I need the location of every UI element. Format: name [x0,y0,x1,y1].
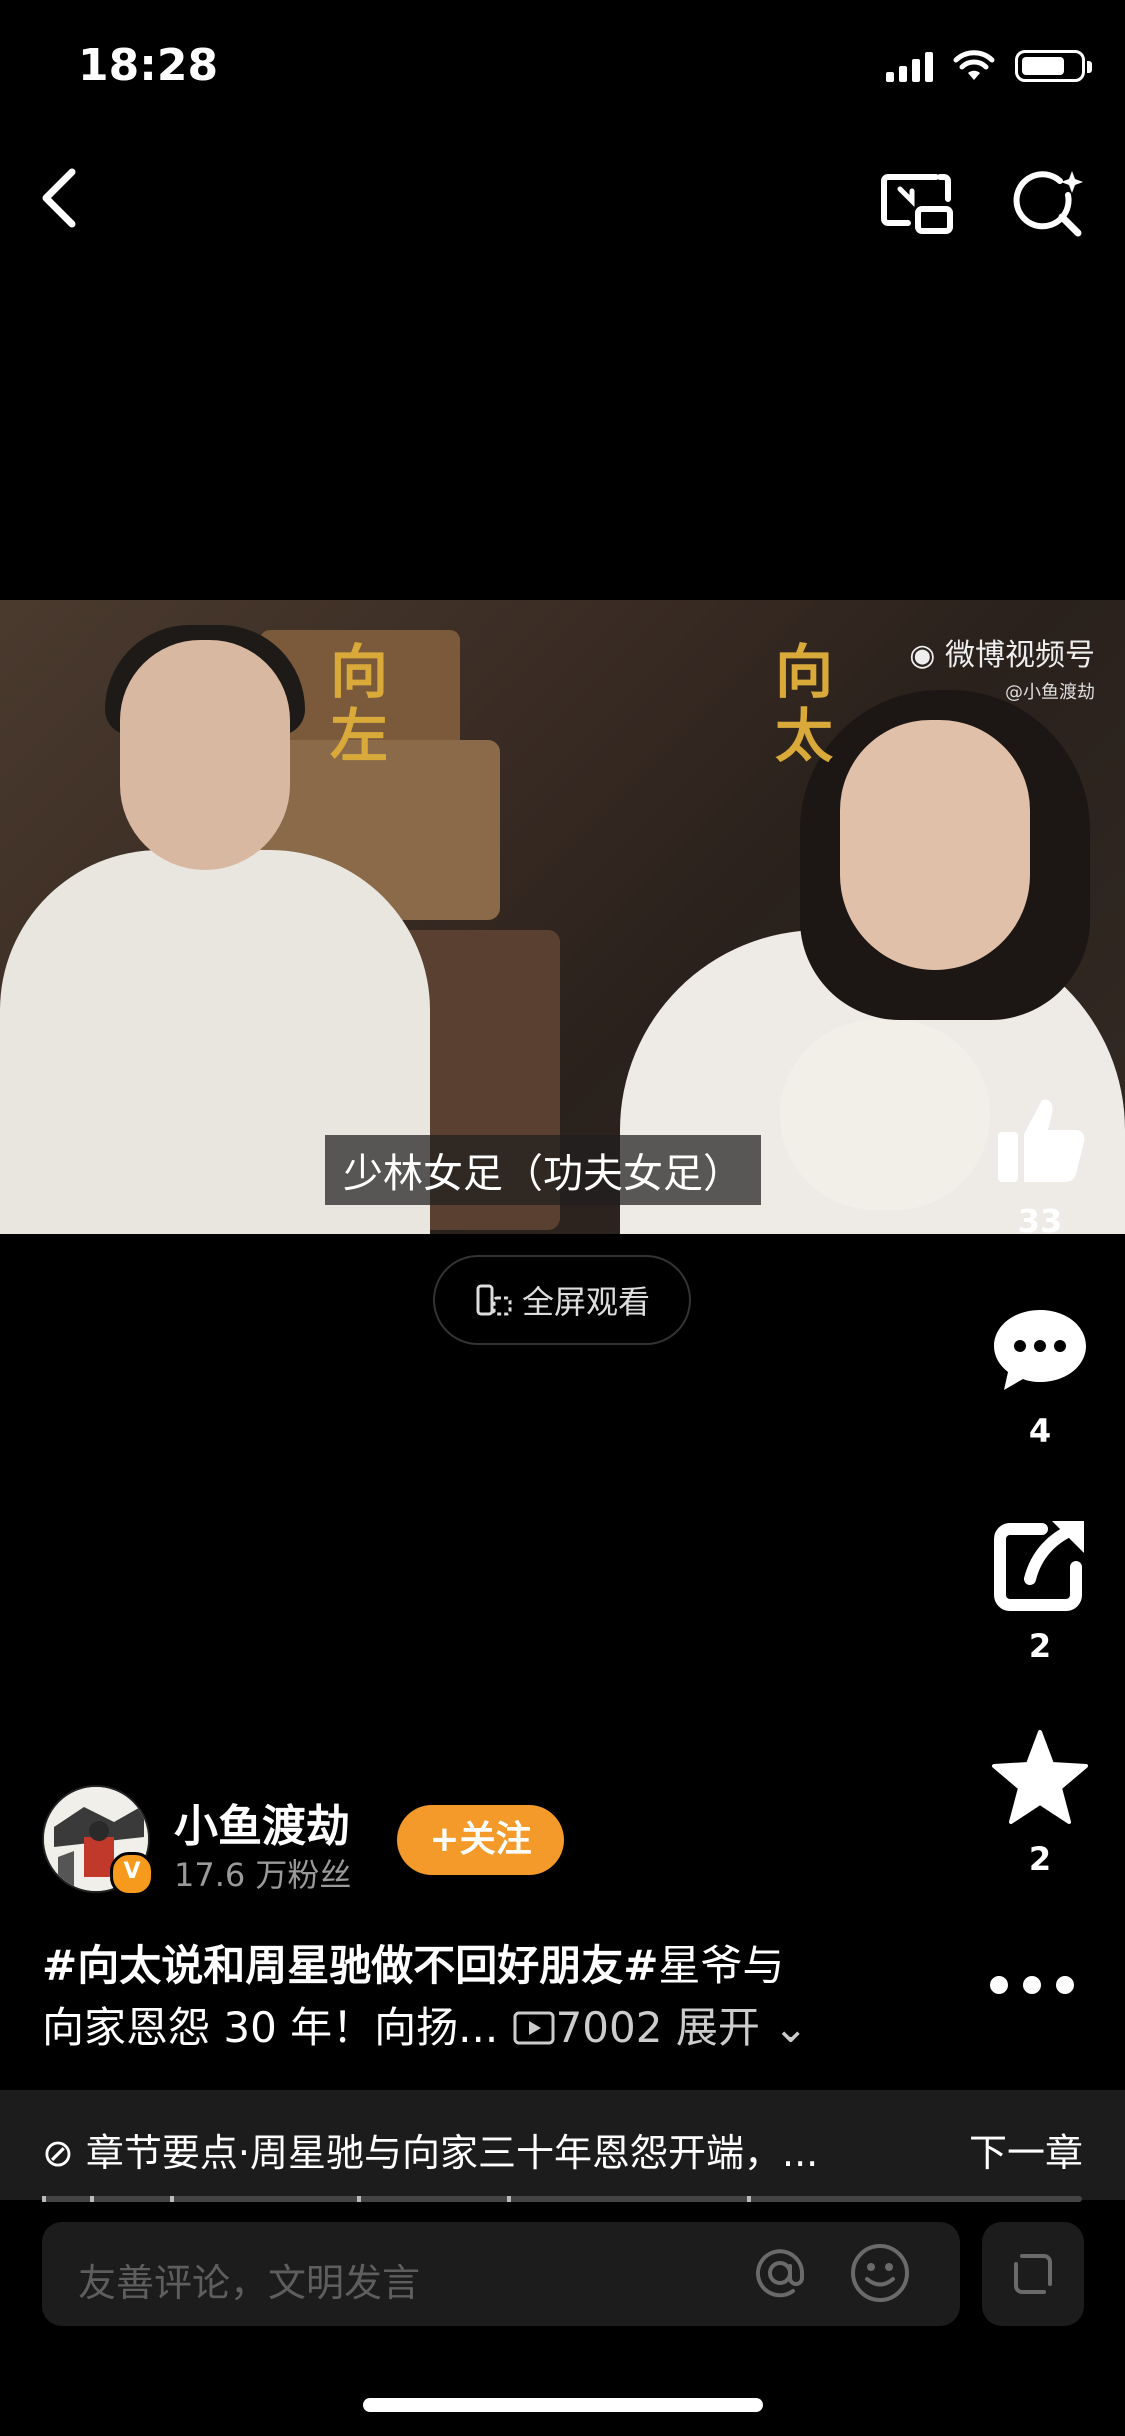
favorite-button[interactable]: 2 [985,1728,1095,1878]
status-icons [886,50,1092,82]
video-subtitle: 少林女足（功夫女足） [325,1135,761,1205]
status-time: 18:28 [78,40,219,91]
comment-input[interactable]: 友善评论，文明发言 [42,2222,960,2326]
like-button[interactable]: 33 [985,1090,1095,1240]
follow-button[interactable]: +关注 [397,1805,564,1875]
home-indicator[interactable] [363,2398,763,2412]
more-options-icon[interactable] [977,1965,1087,2005]
favorite-count: 2 [1028,1840,1052,1878]
picture-in-picture-icon[interactable] [878,165,958,240]
chapter-bar[interactable]: ⊘ 章节要点·周星驰与向家三十年恩怨开端，... 下一章 [0,2090,1125,2200]
expand-comments-button[interactable] [982,2222,1084,2326]
emoji-icon[interactable] [847,2240,913,2306]
weibo-logo-icon: ◉ [909,638,945,673]
star-icon [992,1730,1088,1824]
chevron-left-icon[interactable] [32,160,92,235]
mention-at-icon[interactable] [747,2240,813,2306]
battery-icon [1015,50,1092,82]
video-watermark: ◉ 微博视频号 @小鱼渡劫 [909,638,1095,703]
next-chapter-button[interactable]: 下一章 [969,2122,1083,2177]
verified-badge-icon: V [110,1852,154,1896]
chapter-summary[interactable]: ⊘ 章节要点·周星驰与向家三十年恩怨开端，... [42,2122,818,2177]
fullscreen-label: 全屏观看 [521,1283,650,1321]
chevron-down-icon: ⌄ [759,2003,809,2052]
ai-chapter-icon: ⊘ [42,2131,86,2175]
share-icon [994,1521,1084,1611]
video-progress-bar[interactable] [42,2196,1082,2202]
follow-label: 关注 [459,1819,532,1860]
description-text-2: 向家恩怨 30 年！向扬... [42,2003,499,2052]
chapter-marker [170,2196,174,2202]
comment-count: 4 [1028,1412,1052,1450]
wifi-icon [953,50,995,80]
comment-placeholder: 友善评论，文明发言 [78,2261,421,2305]
expand-icon [1014,2254,1052,2294]
like-count: 33 [1017,1202,1063,1240]
chapter-marker [90,2196,94,2202]
video-caption-right: 向太 [775,638,834,770]
cellular-signal-icon [886,50,933,82]
author-fans: 17.6 万粉丝 [174,1856,352,1894]
plus-icon: + [429,1819,460,1860]
author-name[interactable]: 小鱼渡劫 [174,1790,350,1854]
chapter-marker [507,2196,511,2202]
ai-search-icon[interactable] [1010,165,1090,240]
chapter-marker [357,2196,361,2202]
description-text: 星爷与 [658,1941,785,1990]
chapter-marker [747,2196,751,2202]
play-count: 7002 [512,2003,676,2052]
fullscreen-button[interactable]: 全屏观看 [433,1255,691,1345]
video-caption-left: 向左 [330,638,389,770]
share-count: 2 [1028,1627,1052,1665]
chapter-marker [42,2196,46,2202]
share-button[interactable]: 2 [985,1515,1095,1665]
expand-button[interactable]: 展开 ⌄ [676,2003,809,2052]
hashtag-link[interactable]: #向太说和周星驰做不回好朋友# [42,1941,658,1990]
comment-bubble-icon [994,1310,1086,1390]
thumbs-up-icon [998,1099,1085,1182]
toy-horse [780,1020,990,1210]
video-description[interactable]: #向太说和周星驰做不回好朋友#星爷与 向家恩怨 30 年！向扬... 7002 … [42,1935,842,2059]
comment-button[interactable]: 4 [985,1300,1095,1450]
play-icon [513,2011,555,2045]
rotate-screen-icon [476,1284,512,1316]
video-player[interactable]: 向左 向太 ◉ 微博视频号 @小鱼渡劫 少林女足（功夫女足） [0,600,1125,1234]
